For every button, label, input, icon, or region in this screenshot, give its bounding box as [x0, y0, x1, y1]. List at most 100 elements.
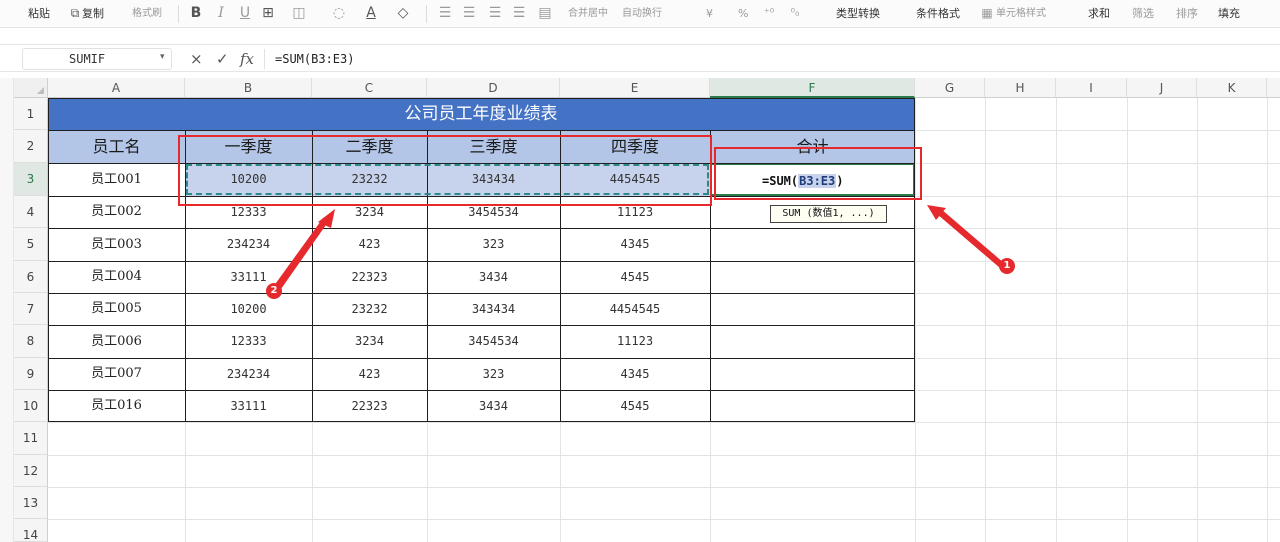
column-header-a[interactable]: A: [48, 78, 185, 98]
cell-d3[interactable]: 343434: [427, 163, 560, 196]
distribute-icon[interactable]: ▤: [536, 3, 554, 23]
font-color-icon[interactable]: A: [362, 3, 380, 23]
cell-d4[interactable]: 3454534: [427, 196, 560, 228]
cell-d6[interactable]: 3434: [427, 261, 560, 293]
row-header-7[interactable]: 7: [14, 293, 48, 325]
cell-a8[interactable]: 员工006: [48, 325, 185, 358]
wrap-text-button[interactable]: 自动换行: [622, 6, 662, 22]
cell-e9[interactable]: 4345: [560, 358, 710, 390]
merge-center-button[interactable]: 合并居中: [568, 6, 608, 22]
cell-c9[interactable]: 423: [312, 358, 427, 390]
table-title[interactable]: 公司员工年度业绩表: [48, 98, 914, 130]
cell-e10[interactable]: 4545: [560, 390, 710, 422]
cell-b10[interactable]: 33111: [185, 390, 312, 422]
cell-a9[interactable]: 员工007: [48, 358, 185, 390]
cell-e7[interactable]: 4454545: [560, 293, 710, 325]
cell-c6[interactable]: 22323: [312, 261, 427, 293]
cell-formula-editor[interactable]: =SUM(B3:E3): [762, 172, 843, 190]
cell-b9[interactable]: 234234: [185, 358, 312, 390]
cell-b7[interactable]: 10200: [185, 293, 312, 325]
cell-c7[interactable]: 23232: [312, 293, 427, 325]
cell-d7[interactable]: 343434: [427, 293, 560, 325]
column-header-b[interactable]: B: [185, 78, 312, 98]
row-header-1[interactable]: 1: [14, 98, 48, 130]
cell-d5[interactable]: 323: [427, 228, 560, 261]
cell-b6[interactable]: 33111: [185, 261, 312, 293]
underline-button[interactable]: U: [236, 3, 254, 23]
cell-a4[interactable]: 员工002: [48, 196, 185, 228]
column-header-k[interactable]: K: [1197, 78, 1267, 98]
align-right-icon[interactable]: ☰: [486, 3, 504, 23]
header-cell-q1[interactable]: 一季度: [185, 130, 312, 163]
decrease-decimal-icon[interactable]: ⁰₀: [786, 3, 804, 23]
cell-e3[interactable]: 4454545: [560, 163, 710, 196]
cell-a7[interactable]: 员工005: [48, 293, 185, 325]
percent-button[interactable]: %: [738, 6, 748, 22]
formula-input[interactable]: =SUM(B3:E3): [264, 49, 1264, 69]
column-header-g[interactable]: G: [915, 78, 985, 98]
header-cell-q2[interactable]: 二季度: [312, 130, 427, 163]
header-cell-name[interactable]: 员工名: [48, 130, 185, 163]
conditional-format-button[interactable]: 条件格式: [916, 6, 960, 22]
format-painter-button[interactable]: 格式刷: [132, 6, 162, 22]
shape-icon[interactable]: ◌: [330, 3, 348, 23]
cell-a3[interactable]: 员工001: [48, 163, 185, 196]
cell-d8[interactable]: 3454534: [427, 325, 560, 358]
cell-b5[interactable]: 234234: [185, 228, 312, 261]
row-header-12[interactable]: 12: [14, 455, 48, 487]
column-header-d[interactable]: D: [427, 78, 560, 98]
cell-b4[interactable]: 12333: [185, 196, 312, 228]
cell-c8[interactable]: 3234: [312, 325, 427, 358]
fill-color-icon[interactable]: ◫: [290, 3, 308, 23]
row-header-8[interactable]: 8: [14, 325, 48, 358]
row-header-10[interactable]: 10: [14, 390, 48, 422]
cell-a6[interactable]: 员工004: [48, 261, 185, 293]
column-header-h[interactable]: H: [985, 78, 1056, 98]
cell-e5[interactable]: 4345: [560, 228, 710, 261]
border-icon[interactable]: ⊞: [259, 3, 277, 23]
cell-style-button[interactable]: 单元格样式: [996, 6, 1046, 22]
cell-b8[interactable]: 12333: [185, 325, 312, 358]
header-cell-q4[interactable]: 四季度: [560, 130, 710, 163]
cell-c10[interactable]: 22323: [312, 390, 427, 422]
filter-button[interactable]: 筛选: [1132, 6, 1154, 22]
row-header-6[interactable]: 6: [14, 261, 48, 293]
fill-button[interactable]: 填充: [1218, 6, 1240, 22]
row-header-4[interactable]: 4: [14, 196, 48, 228]
sum-button[interactable]: 求和: [1088, 6, 1110, 22]
column-header-i[interactable]: I: [1056, 78, 1127, 98]
eraser-icon[interactable]: ◇: [394, 3, 412, 23]
currency-button[interactable]: ¥: [706, 6, 713, 22]
row-header-13[interactable]: 13: [14, 487, 48, 519]
cell-a10[interactable]: 员工016: [48, 390, 185, 422]
row-header-3[interactable]: 3: [14, 163, 48, 196]
cell-c5[interactable]: 423: [312, 228, 427, 261]
sort-button[interactable]: 排序: [1176, 6, 1198, 22]
align-left-icon[interactable]: ☰: [436, 3, 454, 23]
row-header-9[interactable]: 9: [14, 358, 48, 390]
column-header-c[interactable]: C: [312, 78, 427, 98]
row-header-14[interactable]: 14: [14, 519, 48, 542]
column-header-f[interactable]: F: [710, 78, 915, 98]
paste-button[interactable]: 粘贴: [28, 6, 50, 22]
copy-button[interactable]: 复制: [82, 6, 104, 22]
column-header-j[interactable]: J: [1127, 78, 1197, 98]
cell-d10[interactable]: 3434: [427, 390, 560, 422]
cell-a5[interactable]: 员工003: [48, 228, 185, 261]
type-convert-button[interactable]: 类型转换: [836, 6, 880, 22]
cell-c4[interactable]: 3234: [312, 196, 427, 228]
cell-e6[interactable]: 4545: [560, 261, 710, 293]
column-header-e[interactable]: E: [560, 78, 710, 98]
header-cell-total[interactable]: 合计: [710, 130, 915, 163]
row-header-11[interactable]: 11: [14, 422, 48, 455]
row-header-5[interactable]: 5: [14, 228, 48, 261]
insert-function-icon[interactable]: fx: [240, 49, 254, 69]
bold-button[interactable]: B: [187, 3, 205, 23]
select-all-corner[interactable]: [14, 78, 48, 98]
align-center-icon[interactable]: ☰: [460, 3, 478, 23]
confirm-icon[interactable]: ✓: [216, 49, 229, 69]
cell-e4[interactable]: 11123: [560, 196, 710, 228]
header-cell-q3[interactable]: 三季度: [427, 130, 560, 163]
cell-e8[interactable]: 11123: [560, 325, 710, 358]
row-header-2[interactable]: 2: [14, 130, 48, 163]
